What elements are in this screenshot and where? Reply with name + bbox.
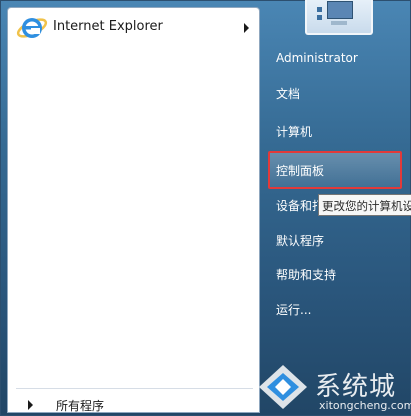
divider: [16, 388, 253, 389]
user-picture[interactable]: [305, 0, 373, 35]
right-item-help-support[interactable]: 帮助和支持: [276, 266, 336, 283]
right-item-devices-printers[interactable]: 设备和打: [276, 197, 324, 214]
start-menu: Internet Explorer 所有程序 Administrator 文档 …: [0, 0, 411, 416]
all-programs-button[interactable]: 所有程序: [8, 394, 259, 416]
right-item-default-programs[interactable]: 默认程序: [276, 232, 324, 249]
right-item-administrator[interactable]: Administrator: [276, 51, 358, 65]
watermark-url: xitongcheng.com: [319, 399, 411, 412]
pinned-item-label: Internet Explorer: [53, 19, 163, 34]
watermark-text: 系统城: [315, 372, 397, 402]
submenu-arrow-icon[interactable]: [244, 23, 249, 33]
right-item-run[interactable]: 运行...: [276, 301, 311, 318]
right-item-computer[interactable]: 计算机: [276, 123, 312, 140]
right-item-control-panel[interactable]: 控制面板: [276, 162, 324, 179]
watermark-logo-icon: [259, 365, 307, 409]
tooltip: 更改您的计算机设: [318, 194, 411, 216]
right-item-documents[interactable]: 文档: [276, 85, 300, 102]
user-picture-icon: [327, 1, 353, 19]
pinned-item-internet-explorer[interactable]: Internet Explorer: [8, 10, 259, 46]
all-programs-label: 所有程序: [56, 399, 105, 413]
programs-panel: Internet Explorer 所有程序: [7, 7, 260, 413]
internet-explorer-icon: [16, 18, 48, 38]
right-arrow-icon: [28, 400, 33, 410]
